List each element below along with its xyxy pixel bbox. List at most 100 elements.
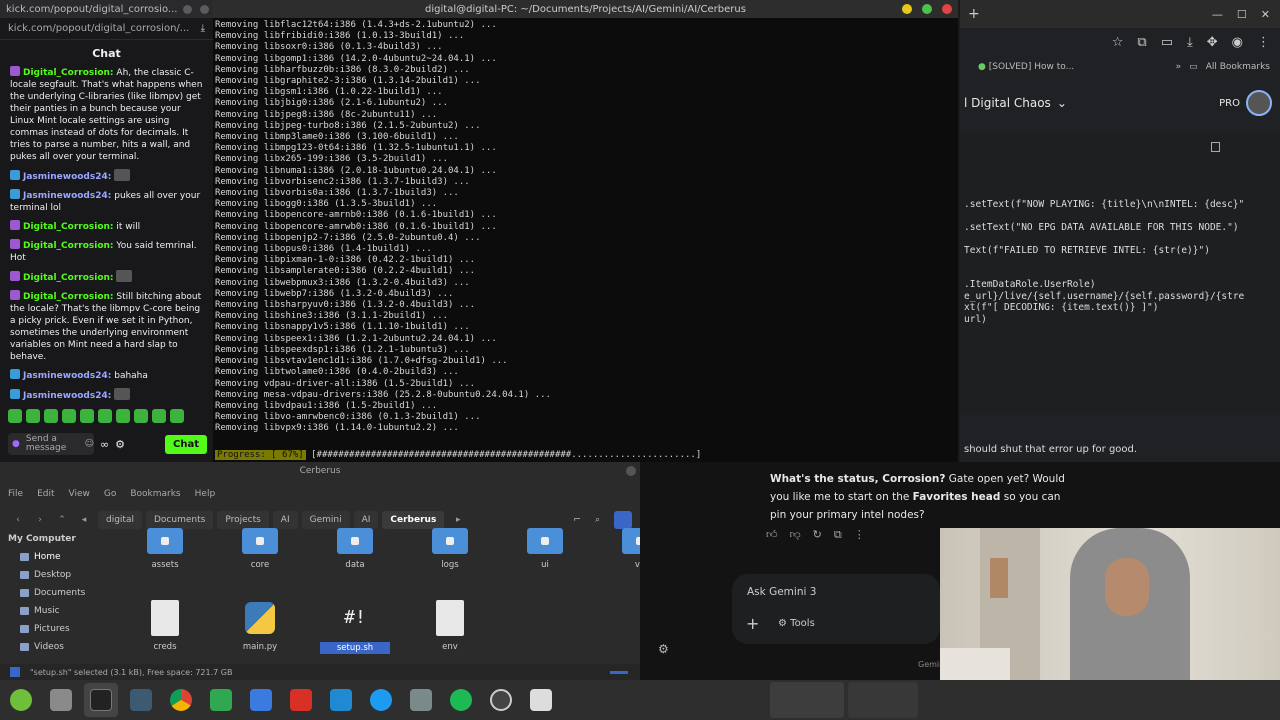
workspace-switcher-2[interactable] xyxy=(848,682,918,718)
bookmark-item[interactable]: ● [SOLVED] How to... xyxy=(978,62,1074,72)
bookmark-star-icon[interactable]: ☆ xyxy=(1112,35,1124,50)
system-monitor-icon[interactable] xyxy=(124,683,158,717)
terminal-app-icon[interactable] xyxy=(84,683,118,717)
search-icon[interactable]: ⌕ xyxy=(595,515,600,525)
sidebar-item-documents[interactable]: Documents xyxy=(0,586,110,604)
chat-username[interactable]: Digital_Corrosion: xyxy=(23,68,114,78)
chevron-down-icon[interactable]: ⌄ xyxy=(1057,96,1067,110)
chat-username[interactable]: Jasminewoods24: xyxy=(23,172,111,182)
thumbs-up-icon[interactable]: 👍︎ xyxy=(766,528,778,542)
menu-item-go[interactable]: Go xyxy=(104,489,116,499)
menu-launcher-icon[interactable] xyxy=(4,683,38,717)
chat-username[interactable]: Digital_Corrosion: xyxy=(23,273,114,283)
settings-icon[interactable]: ⚙ xyxy=(658,642,669,656)
emote-icon[interactable] xyxy=(62,409,76,423)
breadcrumb-item[interactable]: AI xyxy=(353,511,379,529)
chat-username[interactable]: Digital_Corrosion: xyxy=(23,222,114,232)
regenerate-icon[interactable]: ↻ xyxy=(813,528,822,542)
messenger-icon[interactable] xyxy=(364,683,398,717)
breadcrumb-item[interactable]: Gemini xyxy=(301,511,350,529)
forward-icon[interactable]: › xyxy=(32,515,48,525)
close-button[interactable]: ✕ xyxy=(1261,8,1270,21)
maximize-button[interactable] xyxy=(922,4,932,14)
app-icon[interactable] xyxy=(404,683,438,717)
menu-item-view[interactable]: View xyxy=(69,489,90,499)
sidebar-item-music[interactable]: Music xyxy=(0,604,110,622)
calendar-app-icon[interactable] xyxy=(244,683,278,717)
emote-icon[interactable] xyxy=(152,409,166,423)
new-tab-button[interactable]: + xyxy=(968,6,980,22)
menu-item-file[interactable]: File xyxy=(8,489,23,499)
all-bookmarks[interactable]: All Bookmarks xyxy=(1206,62,1280,72)
emote-icon[interactable] xyxy=(134,409,148,423)
extension-puzzle-icon[interactable]: ✥ xyxy=(1207,35,1218,50)
gear-icon[interactable]: ⚙ xyxy=(115,438,125,451)
toggle-location-icon[interactable]: ◂ xyxy=(76,515,92,525)
profile-icon[interactable]: ◉ xyxy=(1232,35,1243,50)
chat-app-icon[interactable] xyxy=(204,683,238,717)
chat-username[interactable]: Jasminewoods24: xyxy=(23,391,111,401)
microphone-icon[interactable]: ● xyxy=(12,439,20,449)
maximize-button[interactable]: ☐ xyxy=(1237,8,1247,21)
avatar[interactable] xyxy=(1246,90,1272,116)
breadcrumb-item[interactable]: Cerberus xyxy=(382,511,445,529)
menu-item-edit[interactable]: Edit xyxy=(37,489,54,499)
tools-button[interactable]: ⚙ Tools xyxy=(778,618,815,629)
prompt-box[interactable]: Ask Gemini 3 + ⚙ Tools xyxy=(732,574,940,644)
chevron-right-icon[interactable]: » xyxy=(1176,62,1182,72)
minimize-button[interactable]: — xyxy=(1212,8,1223,21)
send-chat-button[interactable]: Chat xyxy=(165,434,207,454)
pin-icon[interactable]: ⌐ xyxy=(573,515,581,525)
gmail-icon[interactable] xyxy=(284,683,318,717)
obs-icon[interactable] xyxy=(484,683,518,717)
emote-icon[interactable] xyxy=(44,409,58,423)
close-button[interactable] xyxy=(942,4,952,14)
file-item[interactable]: main.py xyxy=(225,600,295,652)
folder-item[interactable]: core xyxy=(225,528,295,570)
breadcrumb-item[interactable]: Documents xyxy=(145,511,214,529)
chat-url-bar[interactable]: kick.com/popout/digital_corrosion/... ⤓ xyxy=(0,18,213,40)
cast-icon[interactable]: ▭ xyxy=(1161,35,1173,50)
files-app-icon[interactable] xyxy=(44,683,78,717)
file-item[interactable]: env xyxy=(415,600,485,652)
menu-item-bookmarks[interactable]: Bookmarks xyxy=(130,489,180,499)
breadcrumb-next-icon[interactable]: ▸ xyxy=(450,515,466,525)
extensions-icon[interactable]: ⧉ xyxy=(1137,35,1146,50)
file-item[interactable]: #! setup.sh xyxy=(320,600,390,654)
menu-icon[interactable]: ⋮ xyxy=(1257,35,1270,50)
emote-icon[interactable] xyxy=(116,409,130,423)
maximize-button[interactable] xyxy=(200,4,210,14)
folder-item[interactable]: data xyxy=(320,528,390,570)
thumbs-down-icon[interactable]: 👎︎ xyxy=(790,528,801,542)
chat-username[interactable]: Jasminewoods24: xyxy=(23,191,111,201)
folder-item[interactable]: ui xyxy=(510,528,580,570)
folder-item[interactable]: ve xyxy=(605,528,640,570)
spotify-icon[interactable] xyxy=(444,683,478,717)
workspace-switcher-1[interactable] xyxy=(770,682,844,718)
emote-icon[interactable] xyxy=(170,409,184,423)
more-options-icon[interactable]: ⋮ xyxy=(854,528,865,542)
folder-item[interactable]: assets xyxy=(130,528,200,570)
conversation-title[interactable]: l Digital Chaos xyxy=(964,96,1051,110)
emote-icon[interactable] xyxy=(26,409,40,423)
users-icon[interactable]: ∞ xyxy=(100,438,109,451)
menu-item-help[interactable]: Help xyxy=(195,489,216,499)
emoji-icon[interactable]: ☺ xyxy=(85,439,94,449)
grid-view-button[interactable] xyxy=(614,511,632,529)
emote-icon[interactable] xyxy=(80,409,94,423)
close-button[interactable] xyxy=(626,466,636,476)
emote-bar[interactable] xyxy=(8,409,184,423)
breadcrumb-item[interactable]: AI xyxy=(272,511,298,529)
minimize-button[interactable] xyxy=(183,4,193,14)
breadcrumb-item[interactable]: digital xyxy=(98,511,142,529)
sidebar-item-home[interactable]: Home xyxy=(0,550,110,568)
back-icon[interactable]: ‹ xyxy=(10,515,26,525)
chat-message-input[interactable]: ● Send a message ☺ xyxy=(8,433,94,455)
vscode-icon[interactable] xyxy=(324,683,358,717)
minimize-button[interactable] xyxy=(902,4,912,14)
sidebar-toggle-button[interactable] xyxy=(10,667,20,677)
sidebar-header[interactable]: My Computer xyxy=(0,532,110,550)
up-icon[interactable]: ⌃ xyxy=(54,515,70,525)
chat-username[interactable]: Digital_Corrosion: xyxy=(23,241,114,251)
emote-icon[interactable] xyxy=(98,409,112,423)
